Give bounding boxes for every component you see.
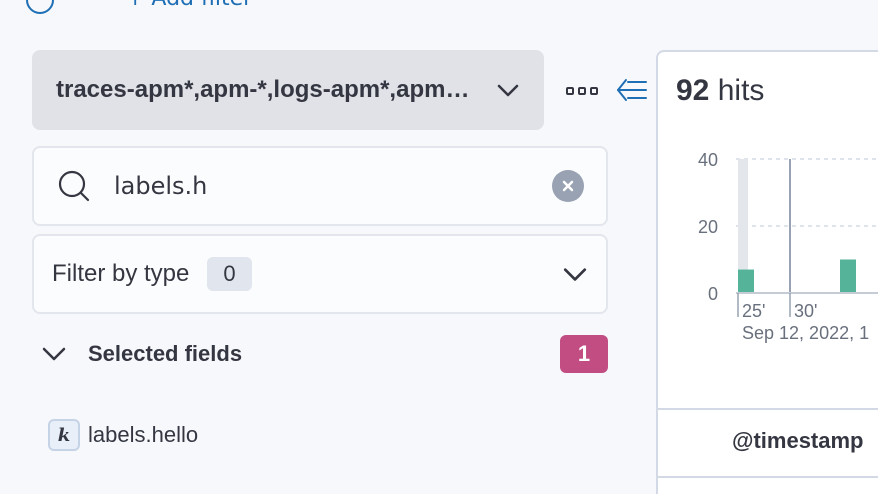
table-divider — [658, 408, 878, 410]
field-search-input[interactable] — [114, 172, 552, 200]
selected-fields-count-badge: 1 — [560, 335, 608, 373]
close-icon — [562, 180, 574, 192]
collapse-sidebar-icon[interactable] — [614, 76, 650, 104]
search-icon — [58, 170, 90, 202]
chevron-down-icon — [497, 84, 519, 97]
index-pattern-label: traces-apm*,apm-*,logs-apm*,apm-*,metric… — [56, 76, 472, 103]
filter-count-badge: 0 — [207, 257, 252, 291]
add-filter-link[interactable]: + Add filter — [126, 0, 252, 11]
hits-count: 92 hits — [676, 74, 764, 108]
histogram-bar[interactable] — [738, 269, 754, 293]
x-tick-label: 25' — [742, 301, 765, 321]
hits-label: hits — [717, 74, 765, 107]
selected-fields-title: Selected fields — [88, 341, 243, 366]
y-tick-label: 0 — [708, 284, 718, 304]
hits-number: 92 — [676, 74, 710, 107]
filter-by-type-label: Filter by type — [52, 260, 190, 287]
table-row-divider — [658, 476, 878, 478]
main-panel: 92 hits 40 20 0 25' 30' Sep 12, 2022, 1 @time… — [656, 50, 878, 494]
options-dot-icon — [578, 87, 586, 95]
field-item-labels-hello[interactable]: k labels.hello — [48, 418, 198, 452]
y-tick-label: 20 — [698, 217, 718, 237]
chevron-down-icon — [563, 268, 587, 281]
top-bar: + Add filter — [0, 0, 878, 14]
field-search — [32, 146, 608, 226]
y-tick-label: 40 — [698, 150, 718, 170]
column-header-timestamp[interactable]: @timestamp — [732, 428, 863, 454]
help-icon[interactable] — [26, 0, 54, 14]
options-dot-icon — [566, 87, 574, 95]
keyword-type-icon: k — [48, 419, 80, 451]
index-options-button[interactable] — [566, 84, 602, 98]
selected-fields-accordion[interactable]: Selected fields 1 — [40, 334, 608, 374]
chevron-down-icon — [42, 347, 66, 361]
histogram-bar[interactable] — [840, 259, 856, 294]
options-dot-icon — [590, 87, 598, 95]
histogram-chart: 40 20 0 25' 30'Sep 12, 2022, 1 — [698, 150, 878, 343]
x-date-label: Sep 12, 2022, 1 — [742, 323, 869, 343]
index-pattern-selector[interactable]: traces-apm*,apm-*,logs-apm*,apm-*,metric… — [32, 50, 544, 130]
field-name: labels.hello — [88, 422, 199, 447]
filter-by-type-button[interactable]: Filter by type 0 — [32, 234, 608, 314]
x-tick-label: 30' — [794, 301, 817, 321]
clear-search-button[interactable] — [552, 170, 584, 202]
